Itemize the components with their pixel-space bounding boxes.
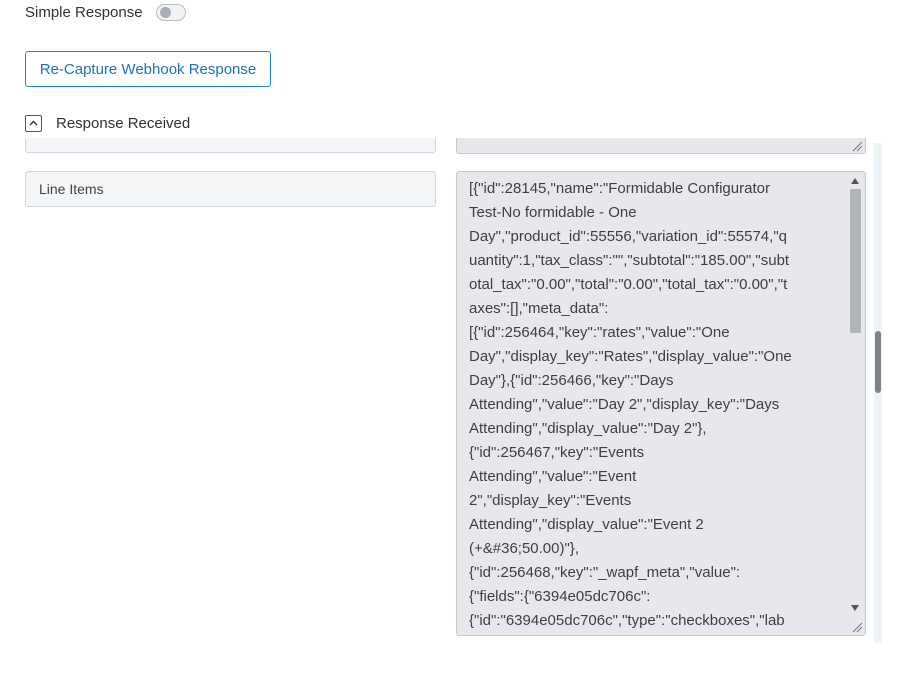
value-line: Attending","value":"Event <box>469 468 637 485</box>
value-line: (+&#36;50.00)"}, <box>469 540 579 557</box>
resize-grip-icon[interactable] <box>851 140 863 152</box>
value-line: axes":[],"meta_data": <box>469 300 609 317</box>
page-scroll-thumb[interactable] <box>875 331 881 393</box>
value-line: Day","display_key":"Rates","display_valu… <box>469 348 792 365</box>
chevron-up-icon <box>29 120 38 126</box>
value-line: Day"},{"id":256466,"key":"Days <box>469 372 674 389</box>
value-line: otal_tax":"0.00","total":"0.00","total_t… <box>469 276 788 293</box>
scroll-up-icon[interactable] <box>851 178 859 184</box>
collapse-toggle[interactable] <box>25 114 42 132</box>
toggle-knob <box>160 7 171 18</box>
recapture-webhook-button[interactable]: Re-Capture Webhook Response <box>25 51 271 87</box>
page-scrollbar[interactable] <box>874 143 882 643</box>
response-received-header: Response Received <box>25 113 190 133</box>
value-line: [{"id":256464,"key":"rates","value":"One <box>469 324 730 341</box>
line-items-key-field: Line Items <box>25 171 436 207</box>
value-line: Day","product_id":55556,"variation_id":5… <box>469 228 787 245</box>
value-line: {"fields":{"6394e05dc706c": <box>469 588 651 605</box>
simple-response-toggle[interactable] <box>156 4 186 21</box>
value-line: {"id":256468,"key":"_wapf_meta","value": <box>469 564 741 581</box>
value-line: 2","display_key":"Events <box>469 492 632 509</box>
value-line: {"id":256467,"key":"Events <box>469 444 645 461</box>
value-line: [{"id":28145,"name":"Formidable Configur… <box>469 180 770 197</box>
value-line: Attending","display_value":"Event 2 <box>469 516 704 533</box>
value-line: Attending","display_value":"Day 2"}, <box>469 420 707 437</box>
resize-grip-icon[interactable] <box>851 621 863 633</box>
previous-key-field <box>25 138 436 153</box>
line-items-value-textarea[interactable]: [{"id":28145,"name":"Formidable Configur… <box>456 171 866 636</box>
value-line: Attending","value":"Day 2","display_key"… <box>469 396 780 413</box>
line-items-value-text: [{"id":28145,"name":"Formidable Configur… <box>469 177 841 633</box>
textarea-scrollbar[interactable] <box>847 172 865 635</box>
value-line: Test-No formidable - One <box>469 204 637 221</box>
textarea-scroll-thumb[interactable] <box>850 189 861 333</box>
response-received-label: Response Received <box>56 114 191 132</box>
value-line: uantity":1,"tax_class":"","subtotal":"18… <box>469 252 790 269</box>
simple-response-label: Simple Response <box>25 3 143 21</box>
value-line: {"id":"6394e05dc706c","type":"checkboxes… <box>469 612 785 629</box>
scroll-down-icon[interactable] <box>851 605 859 611</box>
previous-value-textarea[interactable] <box>456 138 866 154</box>
simple-response-row: Simple Response <box>25 2 143 22</box>
